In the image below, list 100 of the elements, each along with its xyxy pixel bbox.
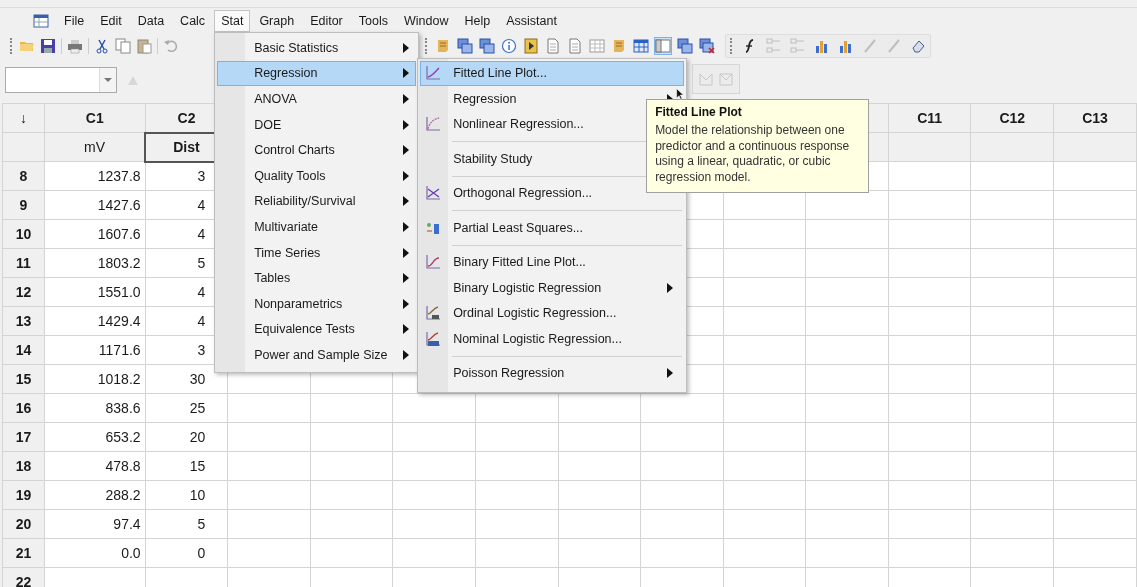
pen-icon[interactable] bbox=[862, 38, 878, 54]
scroll-icon[interactable] bbox=[435, 38, 451, 54]
menu-item[interactable]: Nominal Logistic Regression... bbox=[420, 326, 641, 352]
bar-chart-icon[interactable] bbox=[838, 38, 854, 54]
row-header[interactable]: 13 bbox=[2, 306, 45, 336]
panel-icon[interactable] bbox=[655, 38, 671, 54]
copy-icon[interactable] bbox=[115, 38, 131, 54]
row-header[interactable]: 11 bbox=[2, 248, 45, 278]
menu-item[interactable]: Nonlinear Regression... bbox=[420, 111, 641, 138]
menu-label: Multivariate bbox=[254, 219, 319, 234]
menu-item[interactable]: Ordinal Logistic Regression... bbox=[420, 300, 641, 327]
menu-item[interactable]: Orthogonal Regression... bbox=[420, 180, 641, 207]
grid-icon[interactable] bbox=[589, 38, 605, 54]
column-name-cell[interactable] bbox=[888, 132, 971, 162]
column-header[interactable]: C11 bbox=[888, 103, 971, 133]
dropdown-field[interactable] bbox=[5, 67, 117, 93]
save-icon[interactable] bbox=[40, 38, 56, 54]
table-cell[interactable]: 15 bbox=[145, 451, 228, 481]
table-cell[interactable]: 20 bbox=[145, 422, 228, 452]
table-cell[interactable]: 0.0 bbox=[44, 538, 146, 568]
table-cell[interactable]: 1803.2 bbox=[44, 248, 146, 278]
windows-close-icon[interactable] bbox=[699, 38, 715, 54]
menu-label: Fitted Line Plot... bbox=[453, 66, 547, 81]
menu-item[interactable]: File bbox=[57, 10, 92, 32]
table-cell[interactable]: 1607.6 bbox=[44, 219, 146, 249]
menu-item[interactable]: Help bbox=[457, 10, 498, 32]
printer-icon[interactable] bbox=[67, 38, 83, 54]
menu-item[interactable]: Editor bbox=[303, 10, 350, 32]
tree-icon[interactable] bbox=[790, 38, 806, 54]
table-cell[interactable]: 0 bbox=[145, 538, 228, 568]
bar-chart-icon[interactable] bbox=[814, 38, 830, 54]
row-header[interactable]: 15 bbox=[2, 364, 45, 394]
menu-label: Basic Statistics bbox=[254, 40, 339, 55]
column-header-cell: ↓ bbox=[2, 103, 45, 133]
menu-item[interactable]: Stability Study bbox=[420, 146, 641, 172]
row-header[interactable]: 20 bbox=[2, 509, 45, 539]
windows-icon[interactable] bbox=[457, 38, 473, 54]
row-header[interactable]: 14 bbox=[2, 335, 45, 365]
document-icon[interactable] bbox=[545, 38, 561, 54]
menu-item[interactable]: Calc bbox=[173, 10, 213, 32]
row-header[interactable]: 21 bbox=[2, 538, 45, 568]
menu-item[interactable]: Data bbox=[130, 10, 172, 32]
table-cell[interactable]: 1018.2 bbox=[44, 364, 146, 394]
row-header[interactable]: 18 bbox=[2, 451, 45, 481]
menu-item[interactable]: Edit bbox=[93, 10, 129, 32]
menu-item[interactable]: Assistant bbox=[499, 10, 564, 32]
menu-item[interactable]: Window bbox=[396, 10, 456, 32]
row-header[interactable]: 9 bbox=[2, 190, 45, 220]
table-cell[interactable]: 1551.0 bbox=[44, 277, 146, 307]
column-name-cell[interactable] bbox=[970, 132, 1054, 162]
tree-icon[interactable] bbox=[766, 38, 782, 54]
table-icon[interactable] bbox=[633, 38, 649, 54]
table-cell[interactable]: 1171.6 bbox=[44, 335, 146, 365]
menu-item[interactable]: Graph bbox=[252, 10, 302, 32]
menu-item[interactable]: Tools bbox=[351, 10, 395, 32]
menu-label: Regression bbox=[453, 91, 517, 106]
envelope-icon[interactable] bbox=[698, 71, 714, 87]
table-cell[interactable]: 478.8 bbox=[44, 451, 146, 481]
scroll-icon[interactable] bbox=[611, 38, 627, 54]
windows-icon[interactable] bbox=[479, 38, 495, 54]
pen-icon[interactable] bbox=[886, 38, 902, 54]
menu-item[interactable]: Poisson Regression bbox=[420, 360, 685, 387]
menu-item[interactable]: Binary Logistic Regression bbox=[420, 275, 685, 301]
undo-icon[interactable] bbox=[163, 38, 179, 54]
table-cell[interactable]: 288.2 bbox=[44, 480, 146, 510]
menu-item[interactable]: Partial Least Squares... bbox=[420, 215, 641, 241]
table-cell[interactable]: 653.2 bbox=[44, 422, 146, 452]
envelope-icon[interactable] bbox=[718, 71, 734, 87]
table-cell[interactable]: 25 bbox=[145, 393, 228, 423]
table-cell[interactable]: 5 bbox=[145, 509, 228, 539]
scissors-icon[interactable] bbox=[94, 38, 110, 54]
row-header[interactable]: 22 bbox=[2, 567, 45, 587]
table-cell[interactable]: 97.4 bbox=[44, 509, 146, 539]
table-cell[interactable]: 1237.8 bbox=[44, 161, 146, 191]
windows-icon[interactable] bbox=[677, 38, 693, 54]
menu-label: Orthogonal Regression... bbox=[453, 186, 593, 201]
info-icon[interactable] bbox=[501, 38, 517, 54]
eraser-icon[interactable] bbox=[910, 38, 926, 54]
column-name-cell[interactable] bbox=[1053, 132, 1137, 162]
row-header[interactable]: 10 bbox=[2, 219, 45, 249]
row-header[interactable]: 12 bbox=[2, 277, 45, 307]
arrow-box-icon[interactable] bbox=[523, 38, 539, 54]
table-cell[interactable]: 10 bbox=[145, 480, 228, 510]
row-header[interactable]: 8 bbox=[2, 161, 45, 191]
table-cell[interactable]: 1429.4 bbox=[44, 306, 146, 336]
column-header[interactable]: C12 bbox=[970, 103, 1054, 133]
menu-item[interactable]: Stat bbox=[214, 10, 251, 32]
table-cell[interactable]: 1427.6 bbox=[44, 190, 146, 220]
column-header[interactable]: C1 bbox=[44, 103, 146, 133]
row-header[interactable]: 17 bbox=[2, 422, 45, 452]
paste-icon[interactable] bbox=[136, 38, 152, 54]
row-header[interactable]: 19 bbox=[2, 480, 45, 510]
column-header[interactable]: C13 bbox=[1053, 103, 1137, 133]
table-cell[interactable]: 838.6 bbox=[44, 393, 146, 423]
menu-item[interactable]: Basic Statistics bbox=[217, 35, 417, 61]
menu-label: Control Charts bbox=[254, 143, 335, 158]
menu-item[interactable]: Binary Fitted Line Plot... bbox=[420, 249, 641, 276]
cursor-icon bbox=[676, 88, 684, 100]
row-header[interactable]: 16 bbox=[2, 393, 45, 423]
document-icon[interactable] bbox=[567, 38, 583, 54]
